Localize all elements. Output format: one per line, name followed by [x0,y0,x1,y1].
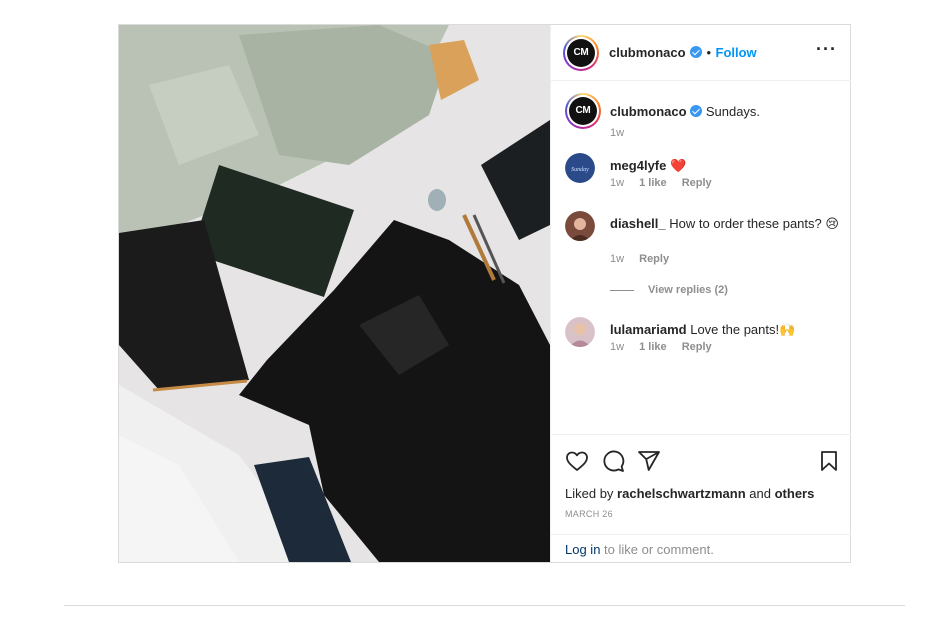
comment-likes[interactable]: 1 like [639,177,667,189]
bookmark-icon[interactable] [817,449,841,478]
comment-username[interactable]: diashell_ [610,216,666,231]
heart-icon[interactable] [565,449,589,478]
share-icon[interactable] [637,449,661,478]
comment-icon[interactable] [601,449,625,478]
comment-username[interactable]: lulamariamd [610,322,687,337]
commenter-avatar[interactable] [565,317,595,347]
login-prompt: Log in to like or comment. [551,534,851,563]
comment-text: diashell_ How to order these pants? 😢 [610,215,840,232]
reply-button[interactable]: Reply [682,341,712,353]
reply-button[interactable]: Reply [639,253,669,265]
comment-body: How to order these pants? 😢 [669,216,839,231]
liked-by-others[interactable]: others [775,486,815,501]
comments-list: CM clubmonaco Sundays. 1w Sunday meg4lyf… [551,82,851,434]
follow-button[interactable]: Follow [716,45,757,60]
comment-time[interactable]: 1w [610,253,624,265]
comment-meta: 1w 1 like Reply [610,341,724,353]
comment-meta: 1w Reply [610,253,681,265]
comment-text: lulamariamd Love the pants!🙌 [610,321,840,338]
liked-by-user[interactable]: rachelschwartzmann [617,486,746,501]
liked-by: Liked by rachelschwartzmann and others [565,486,814,501]
post-card: CM clubmonaco • Follow ··· CM clubmonaco… [118,24,851,563]
author-line: clubmonaco • Follow [609,44,757,62]
comment-username[interactable]: meg4lyfe [610,158,666,173]
liked-by-and: and [749,486,771,501]
post-actions: Liked by rachelschwartzmann and others M… [551,434,851,562]
login-link[interactable]: Log in [565,542,600,557]
svg-text:Sunday: Sunday [571,167,589,173]
comment-body: Love the pants!🙌 [690,322,796,337]
post-photo[interactable] [119,25,550,562]
comment-meta: 1w 1 like Reply [610,177,724,189]
verified-badge-icon [690,46,703,58]
liked-by-prefix: Liked by [565,486,614,501]
caption-username[interactable]: clubmonaco [610,104,687,119]
comment-time[interactable]: 1w [610,177,624,189]
comment-text: meg4lyfe ❤️ [610,157,840,174]
caption-meta: 1w [610,127,636,139]
verified-badge-icon [690,105,703,117]
comment-body: ❤️ [670,158,687,173]
author-username[interactable]: clubmonaco [609,45,686,60]
post-date[interactable]: MARCH 26 [565,509,613,519]
view-replies-button[interactable]: View replies (2) [610,284,728,296]
commenter-avatar[interactable] [565,211,595,241]
caption-text: clubmonaco Sundays. [610,103,840,120]
caption-time[interactable]: 1w [610,127,624,139]
caption-avatar[interactable]: CM [565,93,601,129]
ellipsis-icon[interactable]: ··· [816,40,837,58]
post-sidebar: CM clubmonaco • Follow ··· CM clubmonaco… [550,25,851,562]
page-divider [64,605,905,606]
caption-body: Sundays. [705,104,761,119]
reply-button[interactable]: Reply [682,177,712,189]
post-header: CM clubmonaco • Follow ··· [551,25,851,81]
comment-time[interactable]: 1w [610,341,624,353]
login-suffix: to like or comment. [600,542,714,557]
commenter-avatar[interactable]: Sunday [565,153,595,183]
author-avatar[interactable]: CM [563,35,599,71]
separator-dot: • [706,45,712,60]
comment-likes[interactable]: 1 like [639,341,667,353]
